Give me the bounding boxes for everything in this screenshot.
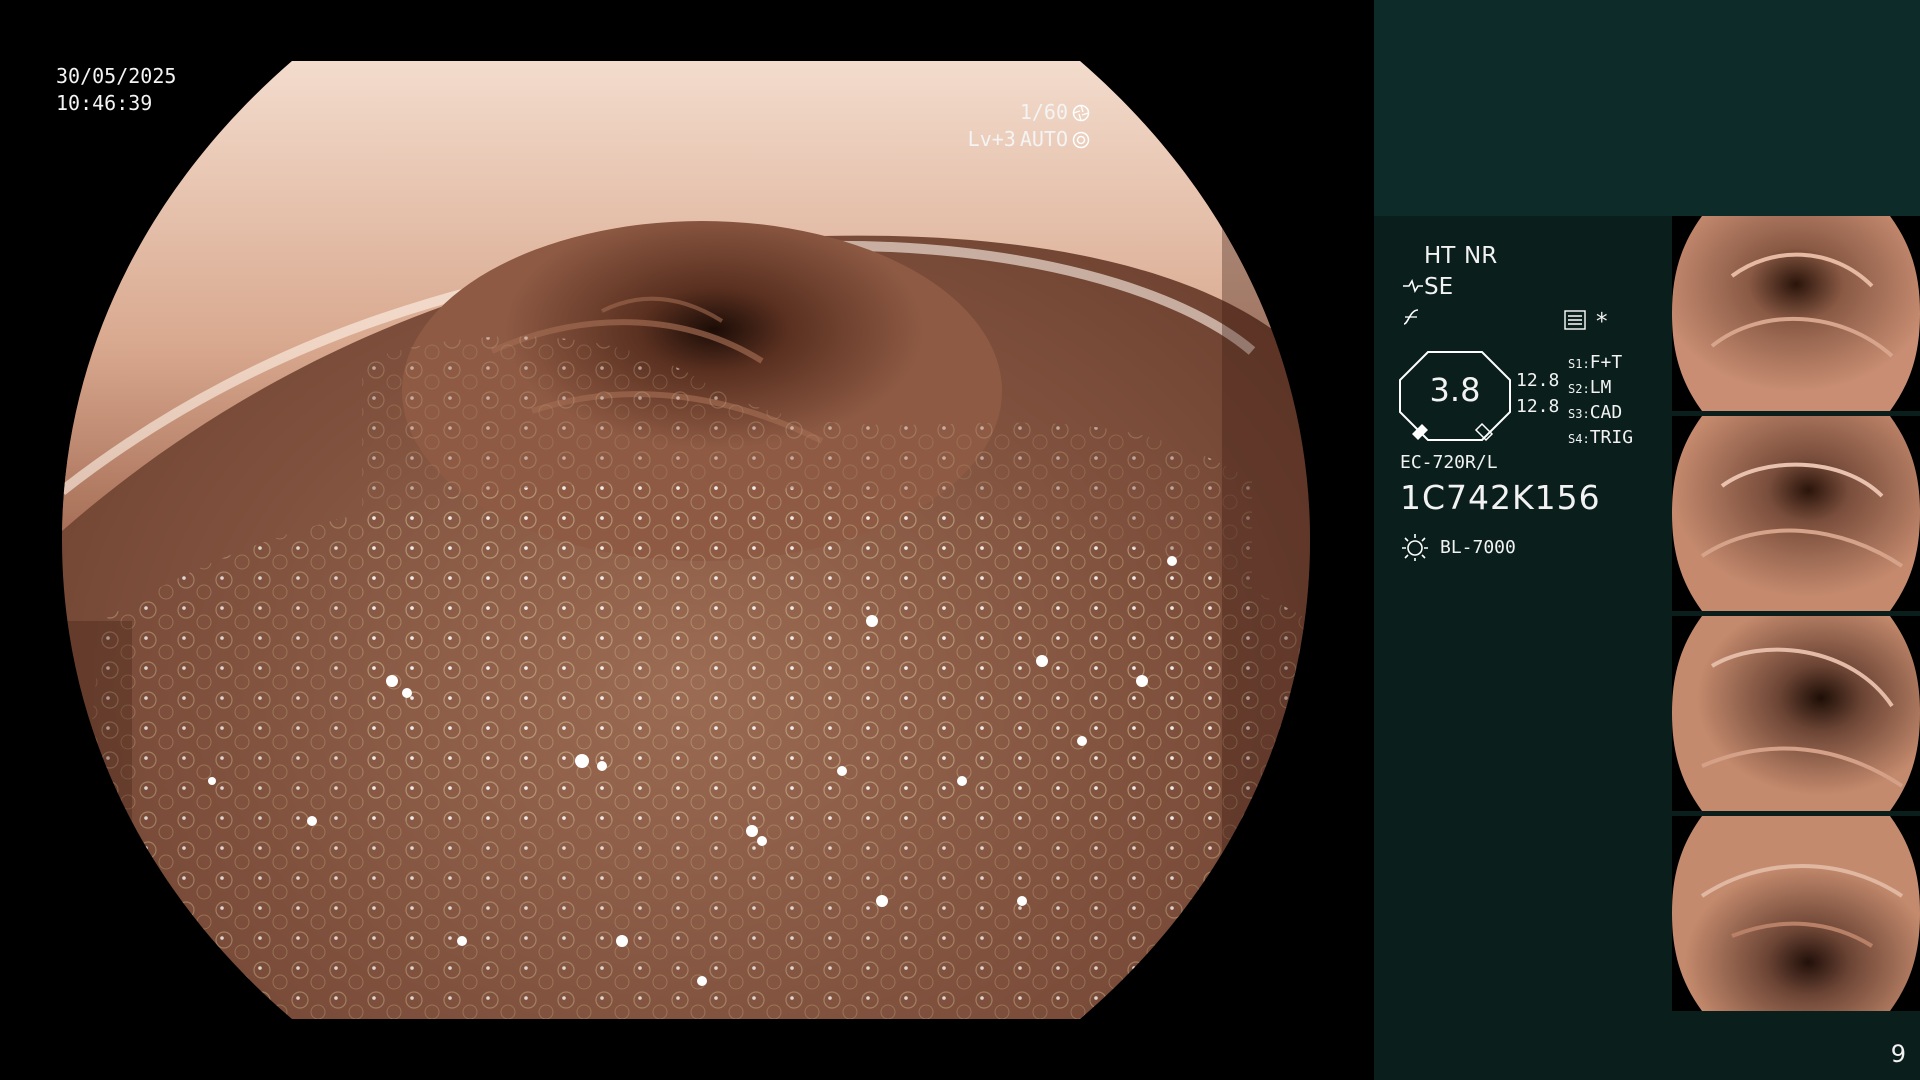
capture-thumbnail[interactable] bbox=[1672, 616, 1920, 811]
switch-row: S1:F+T bbox=[1568, 352, 1623, 373]
light-source: BL-7000 bbox=[1440, 537, 1516, 558]
curve-icon bbox=[1403, 309, 1419, 325]
switch-value: LM bbox=[1589, 377, 1612, 398]
thumbnail-image bbox=[1672, 816, 1920, 1011]
settings-info: HT NR SE * 3.8 12.8 12.8 S1:F+T S2:LM S3… bbox=[1374, 216, 1674, 1080]
asterisk-mark: * bbox=[1596, 309, 1608, 335]
level-text: Lv+3 bbox=[967, 127, 1016, 151]
exposure-overlay: 1/60 Lv+3 AUTO bbox=[968, 99, 1090, 153]
scope-model: EC-720R/L bbox=[1400, 452, 1498, 473]
scope-serial: 1C742K156 bbox=[1400, 478, 1601, 517]
ht-label: HT bbox=[1424, 243, 1456, 269]
thumbnail-image bbox=[1672, 416, 1920, 611]
switch-value: F+T bbox=[1589, 352, 1623, 373]
thumbnail-image bbox=[1672, 616, 1920, 811]
capture-thumbnail[interactable] bbox=[1672, 216, 1920, 411]
endoscope-image bbox=[62, 61, 1310, 1019]
panel-header-area bbox=[1374, 0, 1920, 216]
capture-thumbnail[interactable] bbox=[1672, 816, 1920, 1011]
value-1: 12.8 bbox=[1516, 370, 1560, 391]
zoom-indicator: 3.8 bbox=[1398, 350, 1512, 442]
scope-se-icon bbox=[1403, 279, 1423, 293]
switch-key: S3 bbox=[1568, 407, 1583, 421]
switch-key: S2 bbox=[1568, 382, 1583, 396]
switch-key: S4 bbox=[1568, 432, 1583, 446]
auto-iris-icon bbox=[1072, 131, 1090, 148]
switch-row: S3:CAD bbox=[1568, 402, 1623, 423]
capture-thumbnail[interactable] bbox=[1672, 416, 1920, 611]
live-endoscope-view bbox=[62, 61, 1310, 1019]
nr-label: NR bbox=[1464, 243, 1498, 269]
shutter-icon bbox=[1072, 104, 1090, 121]
switch-key: S1 bbox=[1568, 357, 1583, 371]
thumbnail-image bbox=[1672, 216, 1920, 411]
zoom-value: 3.8 bbox=[1429, 371, 1481, 409]
lamp-icon bbox=[1402, 534, 1428, 561]
switch-row: S4:TRIG bbox=[1568, 427, 1634, 448]
switch-list: S1:F+T S2:LM S3:CAD S4:TRIG bbox=[1568, 350, 1678, 450]
value-2: 12.8 bbox=[1516, 396, 1560, 417]
switch-value: CAD bbox=[1589, 402, 1623, 423]
mode-text: AUTO bbox=[1019, 127, 1068, 151]
shutter-text: 1/60 bbox=[1019, 100, 1068, 124]
frame-count: 9 bbox=[1890, 1040, 1906, 1068]
info-panel: HT NR SE * 3.8 12.8 12.8 S1:F+T S2:LM S3… bbox=[1374, 0, 1920, 1080]
switch-value: TRIG bbox=[1589, 427, 1634, 448]
switch-row: S2:LM bbox=[1568, 377, 1612, 398]
se-label: SE bbox=[1424, 274, 1454, 300]
list-icon bbox=[1564, 310, 1586, 330]
